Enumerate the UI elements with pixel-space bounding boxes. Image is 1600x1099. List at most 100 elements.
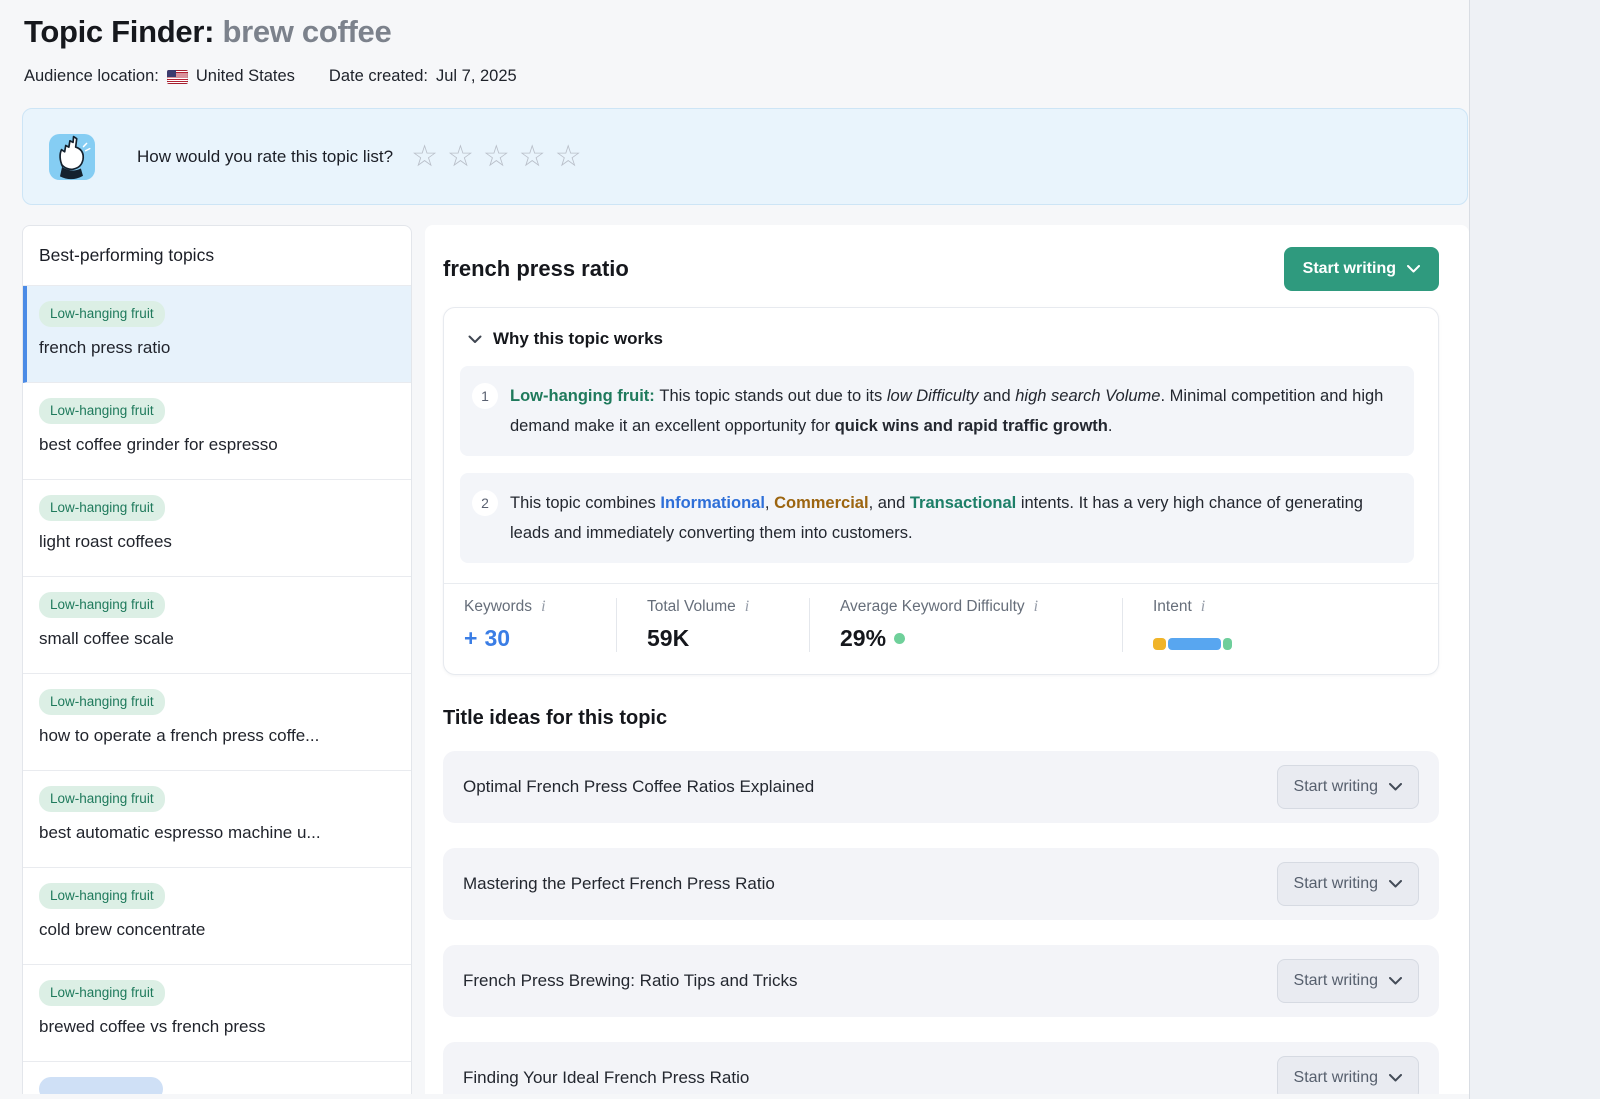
rating-stars: ☆ ☆ ☆ ☆ ☆ — [411, 142, 582, 172]
keyword-difficulty-number: 29% — [840, 625, 886, 652]
topic-finder-app: Topic Finder: brew coffee Audience locat… — [0, 0, 1470, 1099]
total-volume-value: 59K — [647, 625, 781, 652]
star-icon[interactable]: ☆ — [447, 142, 474, 172]
best-performing-topics-panel: Best-performing topics Low-hanging fruit… — [22, 225, 412, 1094]
sidebar-topic-item[interactable]: Low-hanging fruit best automatic espress… — [23, 771, 411, 868]
rating-banner: How would you rate this topic list? ☆☆☆☆… — [22, 108, 1468, 205]
start-writing-idea-label: Start writing — [1294, 875, 1378, 893]
star-icon[interactable]: ☆ — [483, 142, 510, 172]
why-topic-works-title: Why this topic works — [493, 329, 663, 349]
why-point: 2 This topic combines Informational, Com… — [460, 473, 1414, 563]
total-volume-label: Total Volume — [647, 598, 736, 616]
intent-label: Intent — [1153, 598, 1192, 616]
sidebar-topic-item[interactable]: Low-hanging fruit cold brew concentrate — [23, 868, 411, 965]
star-icon[interactable]: ☆ — [411, 142, 438, 172]
chevron-down-icon — [1389, 977, 1402, 985]
title-idea-row: Finding Your Ideal French Press Ratio St… — [443, 1042, 1439, 1094]
metric-intent: Intent i — [1122, 598, 1414, 652]
title-idea-row: Optimal French Press Coffee Ratios Expla… — [443, 751, 1439, 823]
low-hanging-fruit-badge: Low-hanging fruit — [39, 495, 165, 521]
sidebar-topic-label: brewed coffee vs french press — [39, 1017, 395, 1037]
start-writing-idea-button[interactable]: Start writing — [1277, 765, 1419, 809]
info-icon[interactable]: i — [1201, 598, 1205, 616]
topic-header: french press ratio Start writing — [443, 241, 1439, 291]
chevron-down-icon — [1389, 880, 1402, 888]
difficulty-status-dot — [894, 633, 905, 644]
low-hanging-fruit-badge: Low-hanging fruit — [39, 883, 165, 909]
sidebar-header: Best-performing topics — [23, 226, 411, 286]
audience-location-value: United States — [196, 67, 295, 86]
title-ideas-list: Optimal French Press Coffee Ratios Expla… — [443, 751, 1439, 1094]
collapse-chevron-icon — [468, 335, 482, 344]
page-title-query: brew coffee — [222, 14, 391, 49]
start-writing-idea-label: Start writing — [1294, 1069, 1378, 1087]
start-writing-idea-button[interactable]: Start writing — [1277, 862, 1419, 906]
title-idea-text: Finding Your Ideal French Press Ratio — [463, 1068, 749, 1088]
audience-location-label: Audience location: — [24, 67, 159, 86]
sidebar-topic-item[interactable]: Low-hanging fruit brewed coffee vs frenc… — [23, 965, 411, 1062]
start-writing-button[interactable]: Start writing — [1284, 247, 1439, 291]
title-idea-text: Mastering the Perfect French Press Ratio — [463, 874, 775, 894]
sidebar-topic-item[interactable]: Low-hanging fruit best coffee grinder fo… — [23, 383, 411, 480]
keywords-label: Keywords — [464, 598, 532, 616]
point-number: 2 — [472, 490, 498, 516]
chevron-down-icon — [1407, 265, 1420, 273]
metric-total-volume: Total Volume i 59K — [616, 598, 809, 652]
low-hanging-fruit-badge: Low-hanging fruit — [39, 398, 165, 424]
why-topic-works-toggle[interactable]: Why this topic works — [460, 329, 1414, 349]
sidebar-topic-item[interactable]: Low-hanging fruit small coffee scale — [23, 577, 411, 674]
sidebar-topic-label: light roast coffees — [39, 532, 395, 552]
page-header: Topic Finder: brew coffee Audience locat… — [0, 0, 1469, 86]
meta-row: Audience location: United States Date cr… — [24, 67, 1445, 86]
start-writing-idea-label: Start writing — [1294, 972, 1378, 990]
star-icon[interactable]: ☆ — [555, 142, 582, 172]
sidebar-topic-label: best coffee grinder for espresso — [39, 435, 395, 455]
low-hanging-fruit-badge: Low-hanging fruit — [39, 592, 165, 618]
info-icon[interactable]: i — [1034, 598, 1038, 616]
title-idea-row: Mastering the Perfect French Press Ratio… — [443, 848, 1439, 920]
selected-topic-name: french press ratio — [443, 256, 629, 282]
title-ideas-heading: Title ideas for this topic — [443, 707, 1439, 730]
chevron-down-icon — [1389, 1074, 1402, 1082]
hand-wave-icon — [49, 134, 95, 180]
chevron-down-icon — [1389, 783, 1402, 791]
rating-question: How would you rate this topic list? — [137, 147, 393, 167]
sidebar-topic-label: cold brew concentrate — [39, 920, 395, 940]
low-hanging-fruit-badge: Low-hanging fruit — [39, 980, 165, 1006]
keyword-difficulty-label: Average Keyword Difficulty — [840, 598, 1025, 616]
low-hanging-fruit-badge — [39, 1077, 163, 1094]
sidebar-topic-list: Low-hanging fruit french press ratio Low… — [23, 286, 411, 1094]
point-text: This topic combines Informational, Comme… — [510, 488, 1392, 548]
low-hanging-fruit-badge: Low-hanging fruit — [39, 786, 165, 812]
sidebar-topic-label: best automatic espresso machine u... — [39, 823, 395, 843]
metric-keywords: Keywords i + 30 — [464, 598, 616, 652]
topic-detail-panel: french press ratio Start writing Why thi… — [425, 225, 1469, 1094]
sidebar-topic-item[interactable]: Low-hanging fruit french press ratio — [23, 286, 411, 383]
start-writing-label: Start writing — [1303, 260, 1396, 278]
info-icon[interactable]: i — [745, 598, 749, 616]
keywords-value-prefix: + — [464, 625, 477, 652]
start-writing-idea-button[interactable]: Start writing — [1277, 1056, 1419, 1094]
keyword-difficulty-value: 29% — [840, 625, 1094, 652]
title-idea-text: French Press Brewing: Ratio Tips and Tri… — [463, 971, 797, 991]
sidebar-topic-label: small coffee scale — [39, 629, 395, 649]
why-points: 1 Low-hanging fruit: This topic stands o… — [460, 366, 1414, 563]
start-writing-idea-button[interactable]: Start writing — [1277, 959, 1419, 1003]
low-hanging-fruit-badge: Low-hanging fruit — [39, 301, 165, 327]
sidebar-topic-item[interactable] — [23, 1062, 411, 1094]
page-title-prefix: Topic Finder: — [24, 14, 222, 49]
star-icon[interactable]: ☆ — [519, 142, 546, 172]
info-icon[interactable]: i — [541, 598, 545, 616]
keywords-value-number: 30 — [484, 625, 510, 652]
intent-segment-transactional — [1223, 638, 1232, 650]
point-text: Low-hanging fruit: This topic stands out… — [510, 381, 1392, 441]
sidebar-topic-label: french press ratio — [39, 338, 395, 358]
us-flag-icon — [167, 70, 188, 84]
topic-metrics-row: Keywords i + 30 Total Volume i — [444, 583, 1438, 674]
low-hanging-fruit-badge: Low-hanging fruit — [39, 689, 165, 715]
content-row: Best-performing topics Low-hanging fruit… — [0, 225, 1469, 1094]
page-title: Topic Finder: brew coffee — [24, 14, 1445, 50]
sidebar-topic-item[interactable]: Low-hanging fruit how to operate a frenc… — [23, 674, 411, 771]
date-created-label: Date created: — [329, 67, 428, 86]
sidebar-topic-item[interactable]: Low-hanging fruit light roast coffees — [23, 480, 411, 577]
